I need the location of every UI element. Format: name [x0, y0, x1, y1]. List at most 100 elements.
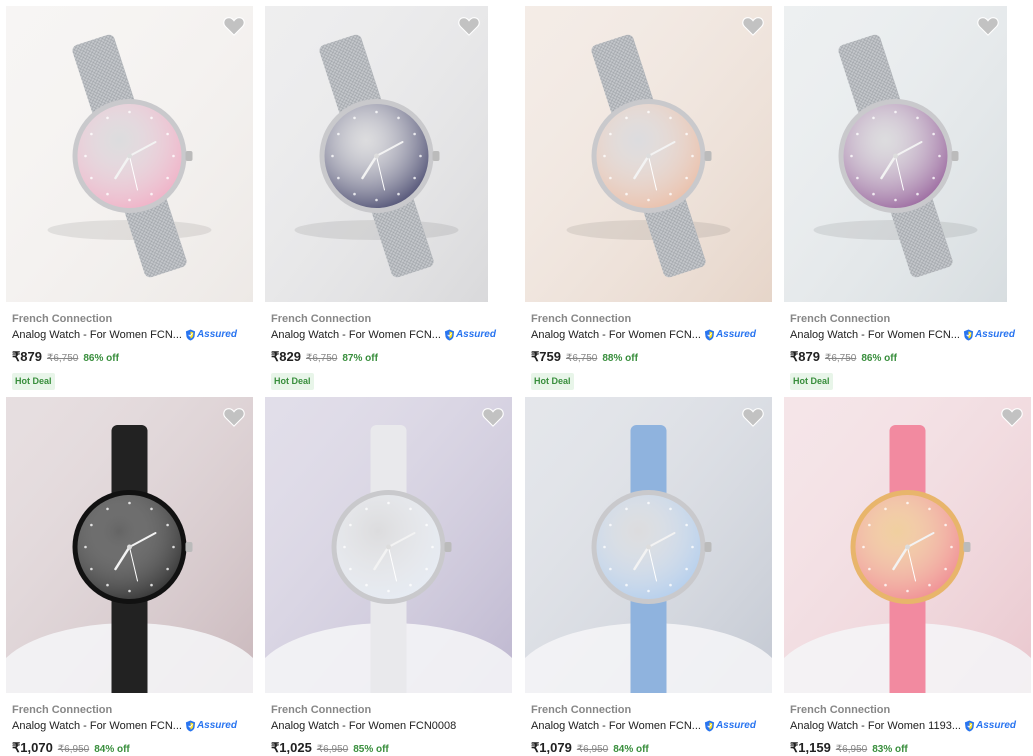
assured-badge: Assured: [444, 329, 496, 341]
product-title[interactable]: Analog Watch - For Women FCN...: [531, 328, 701, 342]
price: ₹879: [12, 349, 42, 364]
heart-icon[interactable]: [742, 407, 764, 427]
mrp-strikethrough: ₹6,750: [46, 353, 79, 364]
shield-icon: [704, 720, 715, 732]
product-title[interactable]: Analog Watch - For Women FCN...: [271, 328, 441, 342]
assured-badge: Assured: [964, 720, 1016, 732]
heart-icon[interactable]: [482, 407, 504, 427]
product-title-row: Analog Watch - For Women FCN... Assured: [12, 328, 237, 342]
product-brand: French Connection: [790, 313, 891, 325]
product-image[interactable]: [525, 397, 772, 693]
price-row: ₹1,079 ₹6,950 84% off: [531, 740, 756, 756]
assured-label: Assured: [715, 329, 756, 340]
product-info: French Connection Analog Watch - For Wome…: [790, 313, 1015, 390]
heart-icon[interactable]: [1001, 407, 1023, 427]
product-brand: French Connection: [12, 704, 113, 716]
price-row: ₹1,159 ₹6,950 83% off: [790, 740, 1016, 756]
assured-label: Assured: [196, 720, 237, 731]
assured-badge: Assured: [704, 329, 756, 341]
price: ₹1,025: [271, 740, 312, 755]
price-row: ₹759 ₹6,750 88% off: [531, 349, 756, 365]
price: ₹829: [271, 349, 301, 364]
mrp-strikethrough: ₹6,950: [576, 744, 609, 755]
hot-deal-badge: Hot Deal: [790, 373, 833, 390]
product-title-row: Analog Watch - For Women 1193... Assured: [790, 719, 1016, 733]
product-brand: French Connection: [531, 704, 632, 716]
price-row: ₹879 ₹6,750 86% off: [790, 349, 1015, 365]
product-image[interactable]: [6, 6, 253, 302]
product-title[interactable]: Analog Watch - For Women 1193...: [790, 719, 961, 733]
product-image[interactable]: [265, 6, 488, 302]
heart-icon[interactable]: [458, 16, 480, 36]
discount-label: 85% off: [353, 744, 389, 755]
assured-label: Assured: [455, 329, 496, 340]
product-title-row: Analog Watch - For Women FCN... Assured: [790, 328, 1015, 342]
product-title[interactable]: Analog Watch - For Women FCN...: [12, 719, 182, 733]
shield-icon: [964, 720, 975, 732]
assured-label: Assured: [715, 720, 756, 731]
hot-deal-badge: Hot Deal: [12, 373, 55, 390]
mrp-strikethrough: ₹6,750: [305, 353, 338, 364]
shield-icon: [704, 329, 715, 341]
product-info: French Connection Analog Watch - For Wome…: [271, 313, 496, 390]
price-row: ₹1,025 ₹6,950 85% off: [271, 740, 456, 756]
mrp-strikethrough: ₹6,750: [565, 353, 598, 364]
product-brand: French Connection: [12, 313, 113, 325]
discount-label: 84% off: [94, 744, 130, 755]
assured-label: Assured: [974, 329, 1015, 340]
product-info: French Connection Analog Watch - For Wome…: [271, 704, 456, 756]
product-brand: French Connection: [790, 704, 891, 716]
product-info: French Connection Analog Watch - For Wome…: [12, 704, 237, 756]
product-title-row: Analog Watch - For Women FCN... Assured: [531, 719, 756, 733]
heart-icon[interactable]: [223, 16, 245, 36]
shield-icon: [963, 329, 974, 341]
product-image[interactable]: [265, 397, 512, 693]
product-brand: French Connection: [531, 313, 632, 325]
price: ₹879: [790, 349, 820, 364]
product-title[interactable]: Analog Watch - For Women FCN...: [531, 719, 701, 733]
discount-label: 86% off: [83, 353, 119, 364]
discount-label: 87% off: [342, 353, 378, 364]
assured-badge: Assured: [963, 329, 1015, 341]
price: ₹1,070: [12, 740, 53, 755]
price: ₹1,159: [790, 740, 831, 755]
heart-icon[interactable]: [223, 407, 245, 427]
assured-badge: Assured: [185, 329, 237, 341]
product-title[interactable]: Analog Watch - For Women FCN...: [790, 328, 960, 342]
product-title[interactable]: Analog Watch - For Women FCN...: [12, 328, 182, 342]
product-info: French Connection Analog Watch - For Wome…: [12, 313, 237, 390]
heart-icon[interactable]: [742, 16, 764, 36]
price-row: ₹879 ₹6,750 86% off: [12, 349, 237, 365]
price: ₹1,079: [531, 740, 572, 755]
product-title-row: Analog Watch - For Women FCN... Assured: [531, 328, 756, 342]
price: ₹759: [531, 349, 561, 364]
shield-icon: [444, 329, 455, 341]
product-title[interactable]: Analog Watch - For Women FCN0008: [271, 719, 456, 733]
product-brand: French Connection: [271, 704, 372, 716]
product-brand: French Connection: [271, 313, 372, 325]
mrp-strikethrough: ₹6,950: [835, 744, 868, 755]
discount-label: 84% off: [613, 744, 649, 755]
assured-label: Assured: [975, 720, 1016, 731]
mrp-strikethrough: ₹6,950: [316, 744, 349, 755]
hot-deal-badge: Hot Deal: [271, 373, 314, 390]
shield-icon: [185, 720, 196, 732]
product-image[interactable]: [525, 6, 772, 302]
mrp-strikethrough: ₹6,950: [57, 744, 90, 755]
product-image[interactable]: [784, 397, 1031, 693]
price-row: ₹1,070 ₹6,950 84% off: [12, 740, 237, 756]
shield-icon: [185, 329, 196, 341]
product-image[interactable]: [6, 397, 253, 693]
product-info: French Connection Analog Watch - For Wome…: [531, 313, 756, 390]
product-title-row: Analog Watch - For Women FCN... Assured: [12, 719, 237, 733]
price-row: ₹829 ₹6,750 87% off: [271, 349, 496, 365]
discount-label: 83% off: [872, 744, 908, 755]
product-title-row: Analog Watch - For Women FCN0008: [271, 719, 456, 733]
assured-badge: Assured: [185, 720, 237, 732]
hot-deal-badge: Hot Deal: [531, 373, 574, 390]
assured-label: Assured: [196, 329, 237, 340]
assured-badge: Assured: [704, 720, 756, 732]
heart-icon[interactable]: [977, 16, 999, 36]
discount-label: 86% off: [861, 353, 897, 364]
product-image[interactable]: [784, 6, 1007, 302]
